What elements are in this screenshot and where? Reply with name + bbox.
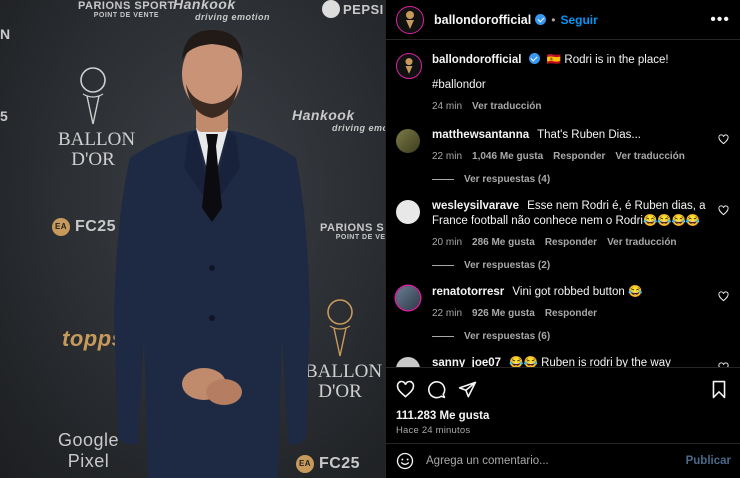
comment-body: sanny_joe07 😂😂 Ruben is rodri by the way <box>432 356 731 367</box>
comment-text: That's Ruben Dias... <box>537 129 641 141</box>
view-replies-label: Ver respuestas (6) <box>464 331 551 342</box>
comment-item: sanny_joe07 😂😂 Ruben is rodri by the way <box>396 356 731 367</box>
emoji-smiley-icon[interactable] <box>396 452 414 470</box>
header-username[interactable]: ballondorofficial <box>434 13 531 27</box>
comment-likes[interactable]: 286 Me gusta <box>472 235 535 250</box>
save-bookmark-icon[interactable] <box>711 380 727 399</box>
instagram-post-view: N 5 PARIONS SPORT POINT DE VENTE Hankook… <box>0 0 740 478</box>
caption-text: Rodri is in the place! <box>564 54 669 66</box>
comment-reply-link[interactable]: Responder <box>545 235 597 250</box>
ballon-dor-trophy-icon <box>405 58 413 74</box>
comment-item: renatotorresr Vini got robbed button 😂 2… <box>396 285 731 321</box>
comment-like-heart-icon[interactable] <box>718 291 729 302</box>
post-header: ballondorofficial • Seguir ••• <box>386 0 740 40</box>
comment-item: matthewsantanna That's Ruben Dias... 22 … <box>396 128 731 164</box>
comment-reply-link[interactable]: Responder <box>553 149 605 164</box>
comment-like-heart-icon[interactable] <box>718 205 729 216</box>
replies-line <box>432 179 454 180</box>
commenter-avatar[interactable] <box>396 286 420 310</box>
comment-meta: 22 min 1,046 Me gusta Responder Ver trad… <box>432 149 713 164</box>
comment-text: Vini got robbed button 😂 <box>512 286 643 298</box>
verified-badge-icon <box>528 53 540 64</box>
view-replies-button[interactable]: Ver respuestas (6) <box>432 331 731 342</box>
comment-like-heart-icon[interactable] <box>718 134 729 145</box>
caption-hashtag[interactable]: #ballondor <box>432 78 713 93</box>
commenter-avatar[interactable] <box>396 129 420 153</box>
comment-translate-link[interactable]: Ver traducción <box>607 235 676 250</box>
comment-time: 20 min <box>432 237 463 248</box>
action-icons-row <box>396 378 731 400</box>
comment-likes[interactable]: 926 Me gusta <box>472 306 535 321</box>
post-age: Hace 24 minutos <box>396 425 471 436</box>
commenter-avatar[interactable] <box>396 200 420 224</box>
caption-avatar[interactable] <box>396 53 422 79</box>
comments-list[interactable]: ballondorofficial 🇪🇸 Rodri is in the pla… <box>386 41 740 367</box>
add-comment-bar: Publicar <box>386 443 740 478</box>
comment-item: wesleysilvarave Esse nem Rodri é, é Rube… <box>396 199 731 250</box>
comment-bubble-icon[interactable] <box>427 380 446 399</box>
publish-button[interactable]: Publicar <box>686 455 731 467</box>
caption-username[interactable]: ballondorofficial <box>432 54 521 66</box>
caption-flag: 🇪🇸 <box>546 54 562 66</box>
comment-input[interactable] <box>426 455 686 467</box>
caption-block: ballondorofficial 🇪🇸 Rodri is in the pla… <box>396 53 731 114</box>
comment-username[interactable]: renatotorresr <box>432 286 504 298</box>
like-heart-icon[interactable] <box>396 380 415 399</box>
commenter-avatar[interactable] <box>396 357 420 367</box>
caption-body: ballondorofficial 🇪🇸 Rodri is in the pla… <box>432 53 731 114</box>
comment-body: renatotorresr Vini got robbed button 😂 2… <box>432 285 731 321</box>
post-photo[interactable]: N 5 PARIONS SPORT POINT DE VENTE Hankook… <box>0 0 385 478</box>
replies-line <box>432 265 454 266</box>
post-side-panel: ballondorofficial • Seguir ••• ballondor… <box>385 0 740 478</box>
wall-parions-sport-top: PARIONS SPORT POINT DE VENTE <box>78 0 175 19</box>
more-options-icon[interactable]: ••• <box>710 11 730 29</box>
follow-button[interactable]: Seguir <box>560 13 597 27</box>
comment-username[interactable]: sanny_joe07 <box>432 357 501 367</box>
share-paper-plane-icon[interactable] <box>458 380 477 399</box>
comment-username[interactable]: matthewsantanna <box>432 129 529 141</box>
view-replies-button[interactable]: Ver respuestas (4) <box>432 174 731 185</box>
account-avatar[interactable] <box>396 5 424 34</box>
ballon-dor-trophy-icon <box>406 10 414 29</box>
comment-meta: 22 min 926 Me gusta Responder <box>432 306 713 321</box>
comment-meta: 20 min 286 Me gusta Responder Ver traduc… <box>432 235 713 250</box>
view-replies-label: Ver respuestas (2) <box>464 260 551 271</box>
post-actions: 111.283 Me gusta Hace 24 minutos <box>386 367 740 436</box>
wall-partial-text-mid-left: 5 <box>0 108 9 124</box>
view-replies-button[interactable]: Ver respuestas (2) <box>432 260 731 271</box>
comment-body: matthewsantanna That's Ruben Dias... 22 … <box>432 128 731 164</box>
view-replies-label: Ver respuestas (4) <box>464 174 551 185</box>
caption-meta: 24 min Ver traducción <box>432 99 713 114</box>
likes-count[interactable]: 111.283 Me gusta <box>396 410 731 422</box>
caption-translate-link[interactable]: Ver traducción <box>472 99 541 114</box>
comment-translate-link[interactable]: Ver traducción <box>615 149 684 164</box>
comment-likes[interactable]: 1,046 Me gusta <box>472 149 543 164</box>
verified-badge-icon <box>535 14 547 25</box>
comment-text: 😂😂 Ruben is rodri by the way <box>509 357 671 367</box>
caption-time: 24 min <box>432 101 463 112</box>
comment-reply-link[interactable]: Responder <box>545 306 597 321</box>
header-separator: • <box>551 12 556 27</box>
comment-body: wesleysilvarave Esse nem Rodri é, é Rube… <box>432 199 731 250</box>
person-in-suit-figure <box>114 30 310 478</box>
replies-line <box>432 336 454 337</box>
comment-username[interactable]: wesleysilvarave <box>432 200 519 212</box>
wall-partial-text-top-left: N <box>0 26 11 42</box>
comment-time: 22 min <box>432 308 463 319</box>
comment-time: 22 min <box>432 151 463 162</box>
wall-pepsi-logo: PEPSI <box>322 0 384 18</box>
